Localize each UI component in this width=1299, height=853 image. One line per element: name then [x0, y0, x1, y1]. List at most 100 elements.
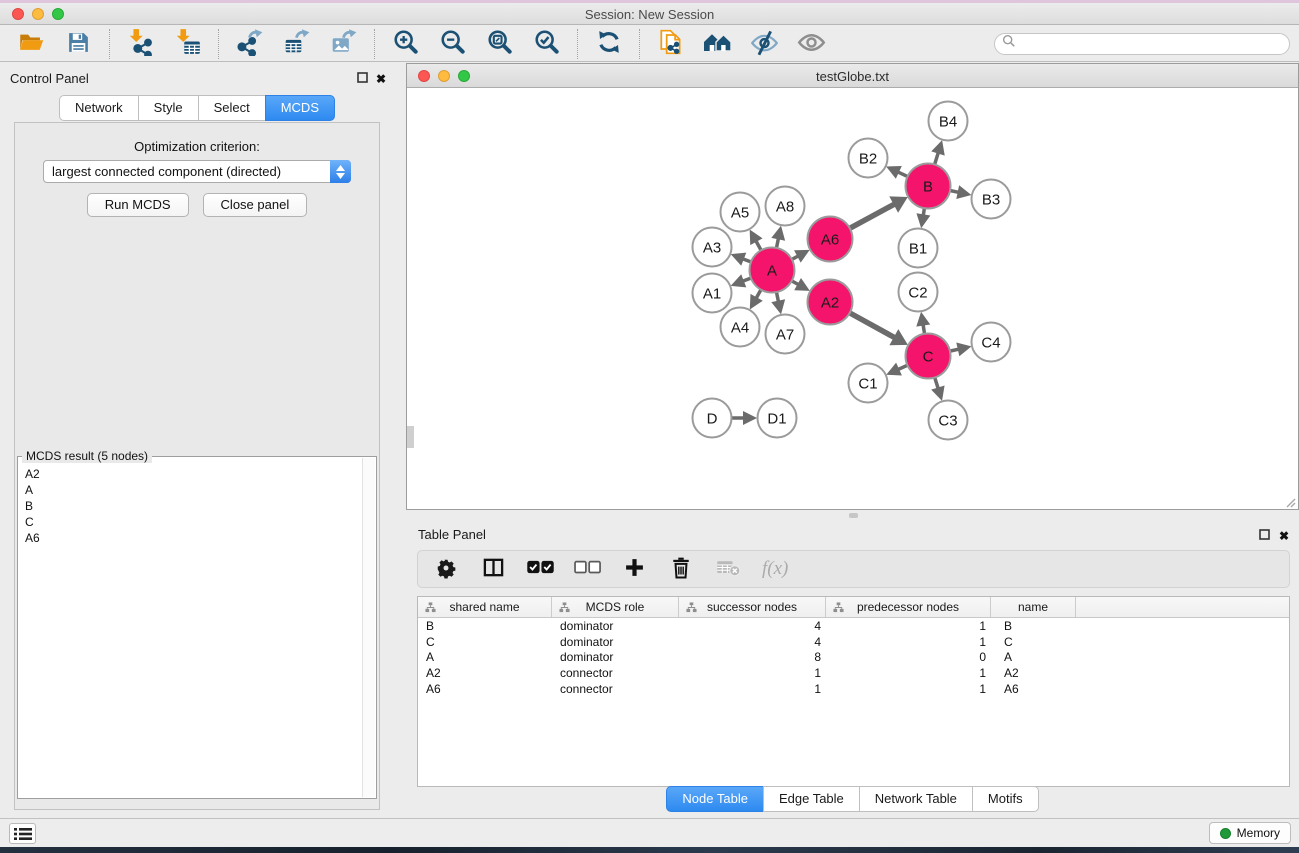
- tab-network[interactable]: Network: [59, 95, 138, 121]
- table-row[interactable]: A2connector11A2: [418, 665, 1289, 681]
- graph-node-A6[interactable]: A6: [808, 217, 853, 262]
- zoom-selected-button[interactable]: [525, 28, 568, 60]
- table-row[interactable]: Adominator80A: [418, 649, 1289, 665]
- column-header-predecessor-nodes[interactable]: predecessor nodes: [826, 597, 991, 617]
- close-table-panel-icon[interactable]: ✖: [1279, 531, 1289, 542]
- memory-button[interactable]: Memory: [1209, 822, 1291, 844]
- graph-node-A4[interactable]: A4: [721, 308, 760, 347]
- save-button[interactable]: [57, 28, 100, 60]
- task-history-button[interactable]: [9, 823, 36, 844]
- columns-button[interactable]: [480, 555, 506, 583]
- resize-grip-icon[interactable]: [1284, 495, 1296, 507]
- graph-node-C[interactable]: C: [906, 334, 951, 379]
- search-box[interactable]: [994, 33, 1290, 55]
- column-header-name[interactable]: name: [991, 597, 1076, 617]
- cell-predecessor-nodes[interactable]: 0: [826, 650, 991, 664]
- table-row[interactable]: Cdominator41C: [418, 634, 1289, 650]
- result-item[interactable]: A6: [19, 530, 362, 546]
- cell-shared-name[interactable]: B: [418, 619, 552, 633]
- table-row[interactable]: A6connector11A6: [418, 681, 1289, 697]
- graph-node-D1[interactable]: D1: [758, 399, 797, 438]
- cell-predecessor-nodes[interactable]: 1: [826, 682, 991, 696]
- graph-node-A5[interactable]: A5: [721, 193, 760, 232]
- table-row[interactable]: Bdominator41B: [418, 618, 1289, 634]
- result-item[interactable]: C: [19, 514, 362, 530]
- tab-mcds[interactable]: MCDS: [265, 95, 335, 121]
- result-item[interactable]: B: [19, 498, 362, 514]
- canvas-scrollbar-stub[interactable]: [407, 426, 414, 448]
- graph-node-B4[interactable]: B4: [929, 102, 968, 141]
- add-button[interactable]: [621, 555, 647, 583]
- float-table-panel-icon[interactable]: [1259, 527, 1270, 545]
- zoom-fit-button[interactable]: [478, 28, 521, 60]
- graph-node-B3[interactable]: B3: [972, 180, 1011, 219]
- panel-splitter[interactable]: [406, 511, 1299, 520]
- cell-predecessor-nodes[interactable]: 1: [826, 666, 991, 680]
- toggle-visibility-button[interactable]: [743, 28, 786, 60]
- cell-name[interactable]: A6: [991, 682, 1076, 696]
- cell-successor-nodes[interactable]: 1: [679, 682, 826, 696]
- column-header-MCDS-role[interactable]: MCDS role: [552, 597, 679, 617]
- cell-name[interactable]: A: [991, 650, 1076, 664]
- graph-node-A8[interactable]: A8: [766, 187, 805, 226]
- cell-successor-nodes[interactable]: 4: [679, 635, 826, 649]
- cell-MCDS-role[interactable]: dominator: [552, 619, 679, 633]
- result-item[interactable]: A: [19, 482, 362, 498]
- cell-shared-name[interactable]: C: [418, 635, 552, 649]
- tab-motifs[interactable]: Motifs: [972, 786, 1039, 812]
- optimization-criterion-select[interactable]: largest connected component (directed): [43, 160, 351, 183]
- network-canvas[interactable]: B4B2BB3A8A5A6A3B1AA1C2A2A4A7C4CC1C3DD1: [407, 89, 1298, 509]
- graph-node-A2[interactable]: A2: [808, 280, 853, 325]
- close-panel-icon[interactable]: ✖: [376, 74, 386, 85]
- edge-A6-B[interactable]: [850, 204, 895, 228]
- tab-select[interactable]: Select: [198, 95, 265, 121]
- home-button[interactable]: [696, 28, 739, 60]
- refresh-button[interactable]: [587, 28, 630, 60]
- cell-name[interactable]: C: [991, 635, 1076, 649]
- graph-node-B[interactable]: B: [906, 164, 951, 209]
- graph-node-C3[interactable]: C3: [929, 401, 968, 440]
- import-table-button[interactable]: [166, 28, 209, 60]
- edge-A2-C[interactable]: [850, 313, 895, 338]
- open-folder-button[interactable]: [10, 28, 53, 60]
- network-file-button[interactable]: [649, 28, 692, 60]
- cell-successor-nodes[interactable]: 4: [679, 619, 826, 633]
- tab-network-table[interactable]: Network Table: [859, 786, 972, 812]
- cell-name[interactable]: A2: [991, 666, 1076, 680]
- column-header-shared-name[interactable]: shared name: [418, 597, 552, 617]
- graph-node-D[interactable]: D: [693, 399, 732, 438]
- eye-button[interactable]: [790, 28, 833, 60]
- cell-successor-nodes[interactable]: 1: [679, 666, 826, 680]
- graph-node-B2[interactable]: B2: [849, 139, 888, 178]
- deselect-all-button[interactable]: [574, 555, 600, 583]
- export-network-button[interactable]: [228, 28, 271, 60]
- graph-node-A3[interactable]: A3: [693, 228, 732, 267]
- search-input[interactable]: [1020, 35, 1289, 53]
- zoom-out-button[interactable]: [431, 28, 474, 60]
- graph-node-B1[interactable]: B1: [899, 229, 938, 268]
- cell-shared-name[interactable]: A: [418, 650, 552, 664]
- cell-shared-name[interactable]: A6: [418, 682, 552, 696]
- graph-node-C2[interactable]: C2: [899, 273, 938, 312]
- zoom-in-button[interactable]: [384, 28, 427, 60]
- cell-MCDS-role[interactable]: dominator: [552, 650, 679, 664]
- cell-successor-nodes[interactable]: 8: [679, 650, 826, 664]
- cell-shared-name[interactable]: A2: [418, 666, 552, 680]
- close-panel-button[interactable]: Close panel: [203, 193, 308, 217]
- graph-node-A7[interactable]: A7: [766, 315, 805, 354]
- gear-button[interactable]: [433, 555, 459, 583]
- tab-edge-table[interactable]: Edge Table: [763, 786, 859, 812]
- mcds-result-list[interactable]: A2ABCA6: [19, 458, 362, 797]
- cell-MCDS-role[interactable]: dominator: [552, 635, 679, 649]
- select-all-button[interactable]: [527, 555, 553, 583]
- splitter-handle[interactable]: [849, 513, 858, 518]
- cell-MCDS-role[interactable]: connector: [552, 682, 679, 696]
- export-image-button[interactable]: [322, 28, 365, 60]
- graph-node-C1[interactable]: C1: [849, 364, 888, 403]
- graph-node-C4[interactable]: C4: [972, 323, 1011, 362]
- cell-predecessor-nodes[interactable]: 1: [826, 635, 991, 649]
- column-header-successor-nodes[interactable]: successor nodes: [679, 597, 826, 617]
- cell-name[interactable]: B: [991, 619, 1076, 633]
- export-table-button[interactable]: [275, 28, 318, 60]
- graph-node-A1[interactable]: A1: [693, 274, 732, 313]
